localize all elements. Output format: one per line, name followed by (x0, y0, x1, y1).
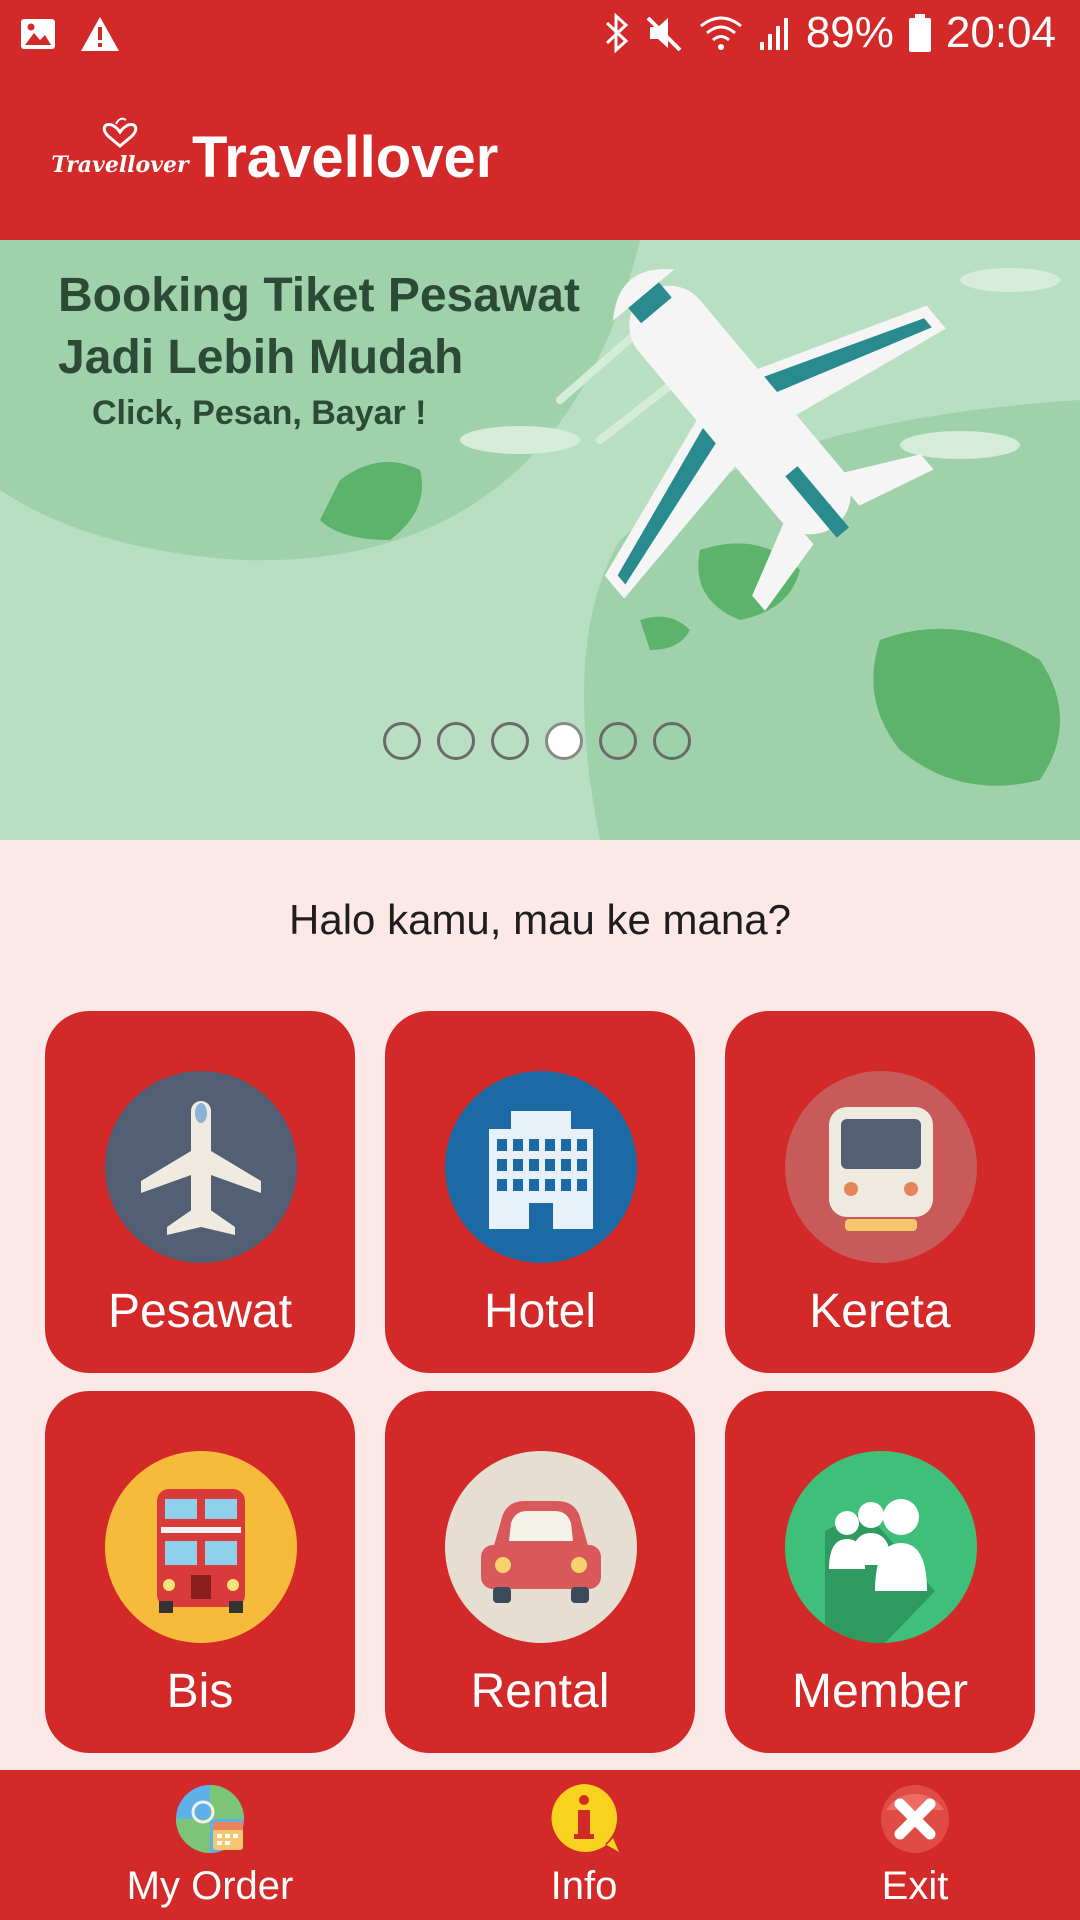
carousel-indicator (383, 722, 691, 760)
nav-my-order[interactable]: My Order (80, 1782, 340, 1918)
travellover-logo: Travellover (51, 117, 190, 178)
promo-banner[interactable]: Booking Tiket Pesawat Jadi Lebih Mudah C… (0, 240, 1080, 840)
order-icon (176, 1785, 244, 1853)
bluetooth-icon (605, 12, 629, 54)
menu-tile-hotel[interactable]: Hotel (385, 1011, 695, 1373)
nav-info[interactable]: Info (454, 1782, 714, 1918)
signal-icon (759, 18, 788, 50)
carousel-dot[interactable] (653, 722, 691, 760)
warning-icon (81, 17, 119, 51)
clock: 20:04 (945, 8, 1056, 57)
nav-label-exit: Exit (881, 1864, 949, 1908)
banner-headline: Booking Tiket Pesawat (58, 269, 580, 322)
carousel-dot[interactable] (383, 722, 421, 760)
logo-text: Travellover (51, 152, 190, 178)
nav-label-info: Info (550, 1864, 618, 1908)
battery-icon (908, 14, 931, 52)
app-title: Travellover (192, 125, 499, 190)
menu-label-hotel: Hotel (483, 1285, 597, 1331)
menu-tile-kereta[interactable]: Kereta (725, 1011, 1035, 1373)
mute-icon (646, 16, 682, 52)
car-icon (445, 1451, 637, 1643)
app-bar: Travellover Travellover (0, 72, 1080, 240)
nav-label-my-order: My Order (126, 1864, 294, 1908)
menu-tile-rental[interactable]: Rental (385, 1391, 695, 1753)
wifi-icon (699, 16, 742, 50)
members-icon (785, 1451, 977, 1643)
menu-tile-pesawat[interactable]: Pesawat (45, 1011, 355, 1373)
image-notification-icon (21, 19, 55, 49)
exit-icon (881, 1785, 949, 1853)
bus-icon (105, 1451, 297, 1643)
hotel-icon (445, 1071, 637, 1263)
banner-tagline: Click, Pesan, Bayar ! (92, 394, 427, 432)
menu-label-pesawat: Pesawat (107, 1285, 293, 1331)
menu-label-kereta: Kereta (809, 1285, 951, 1331)
menu-label-member: Member (791, 1665, 969, 1711)
train-icon (785, 1071, 977, 1263)
carousel-dot[interactable] (437, 722, 475, 760)
banner-subheadline: Jadi Lebih Mudah (58, 331, 464, 384)
menu-label-bis: Bis (166, 1665, 234, 1711)
menu-tile-bis[interactable]: Bis (45, 1391, 355, 1753)
greeting-text: Halo kamu, mau ke mana? (289, 896, 791, 943)
carousel-dot[interactable] (491, 722, 529, 760)
carousel-dot[interactable] (599, 722, 637, 760)
status-bar: 89% 20:04 (0, 0, 1080, 72)
nav-exit[interactable]: Exit (785, 1782, 1045, 1918)
carousel-dot-active[interactable] (545, 722, 583, 760)
info-icon (551, 1784, 619, 1852)
airplane-icon (105, 1071, 297, 1263)
bottom-navigation: My Order Info Exit (0, 1770, 1080, 1920)
battery-percent: 89% (805, 8, 894, 57)
menu-tile-member[interactable]: Member (725, 1391, 1035, 1753)
menu-label-rental: Rental (470, 1665, 610, 1711)
